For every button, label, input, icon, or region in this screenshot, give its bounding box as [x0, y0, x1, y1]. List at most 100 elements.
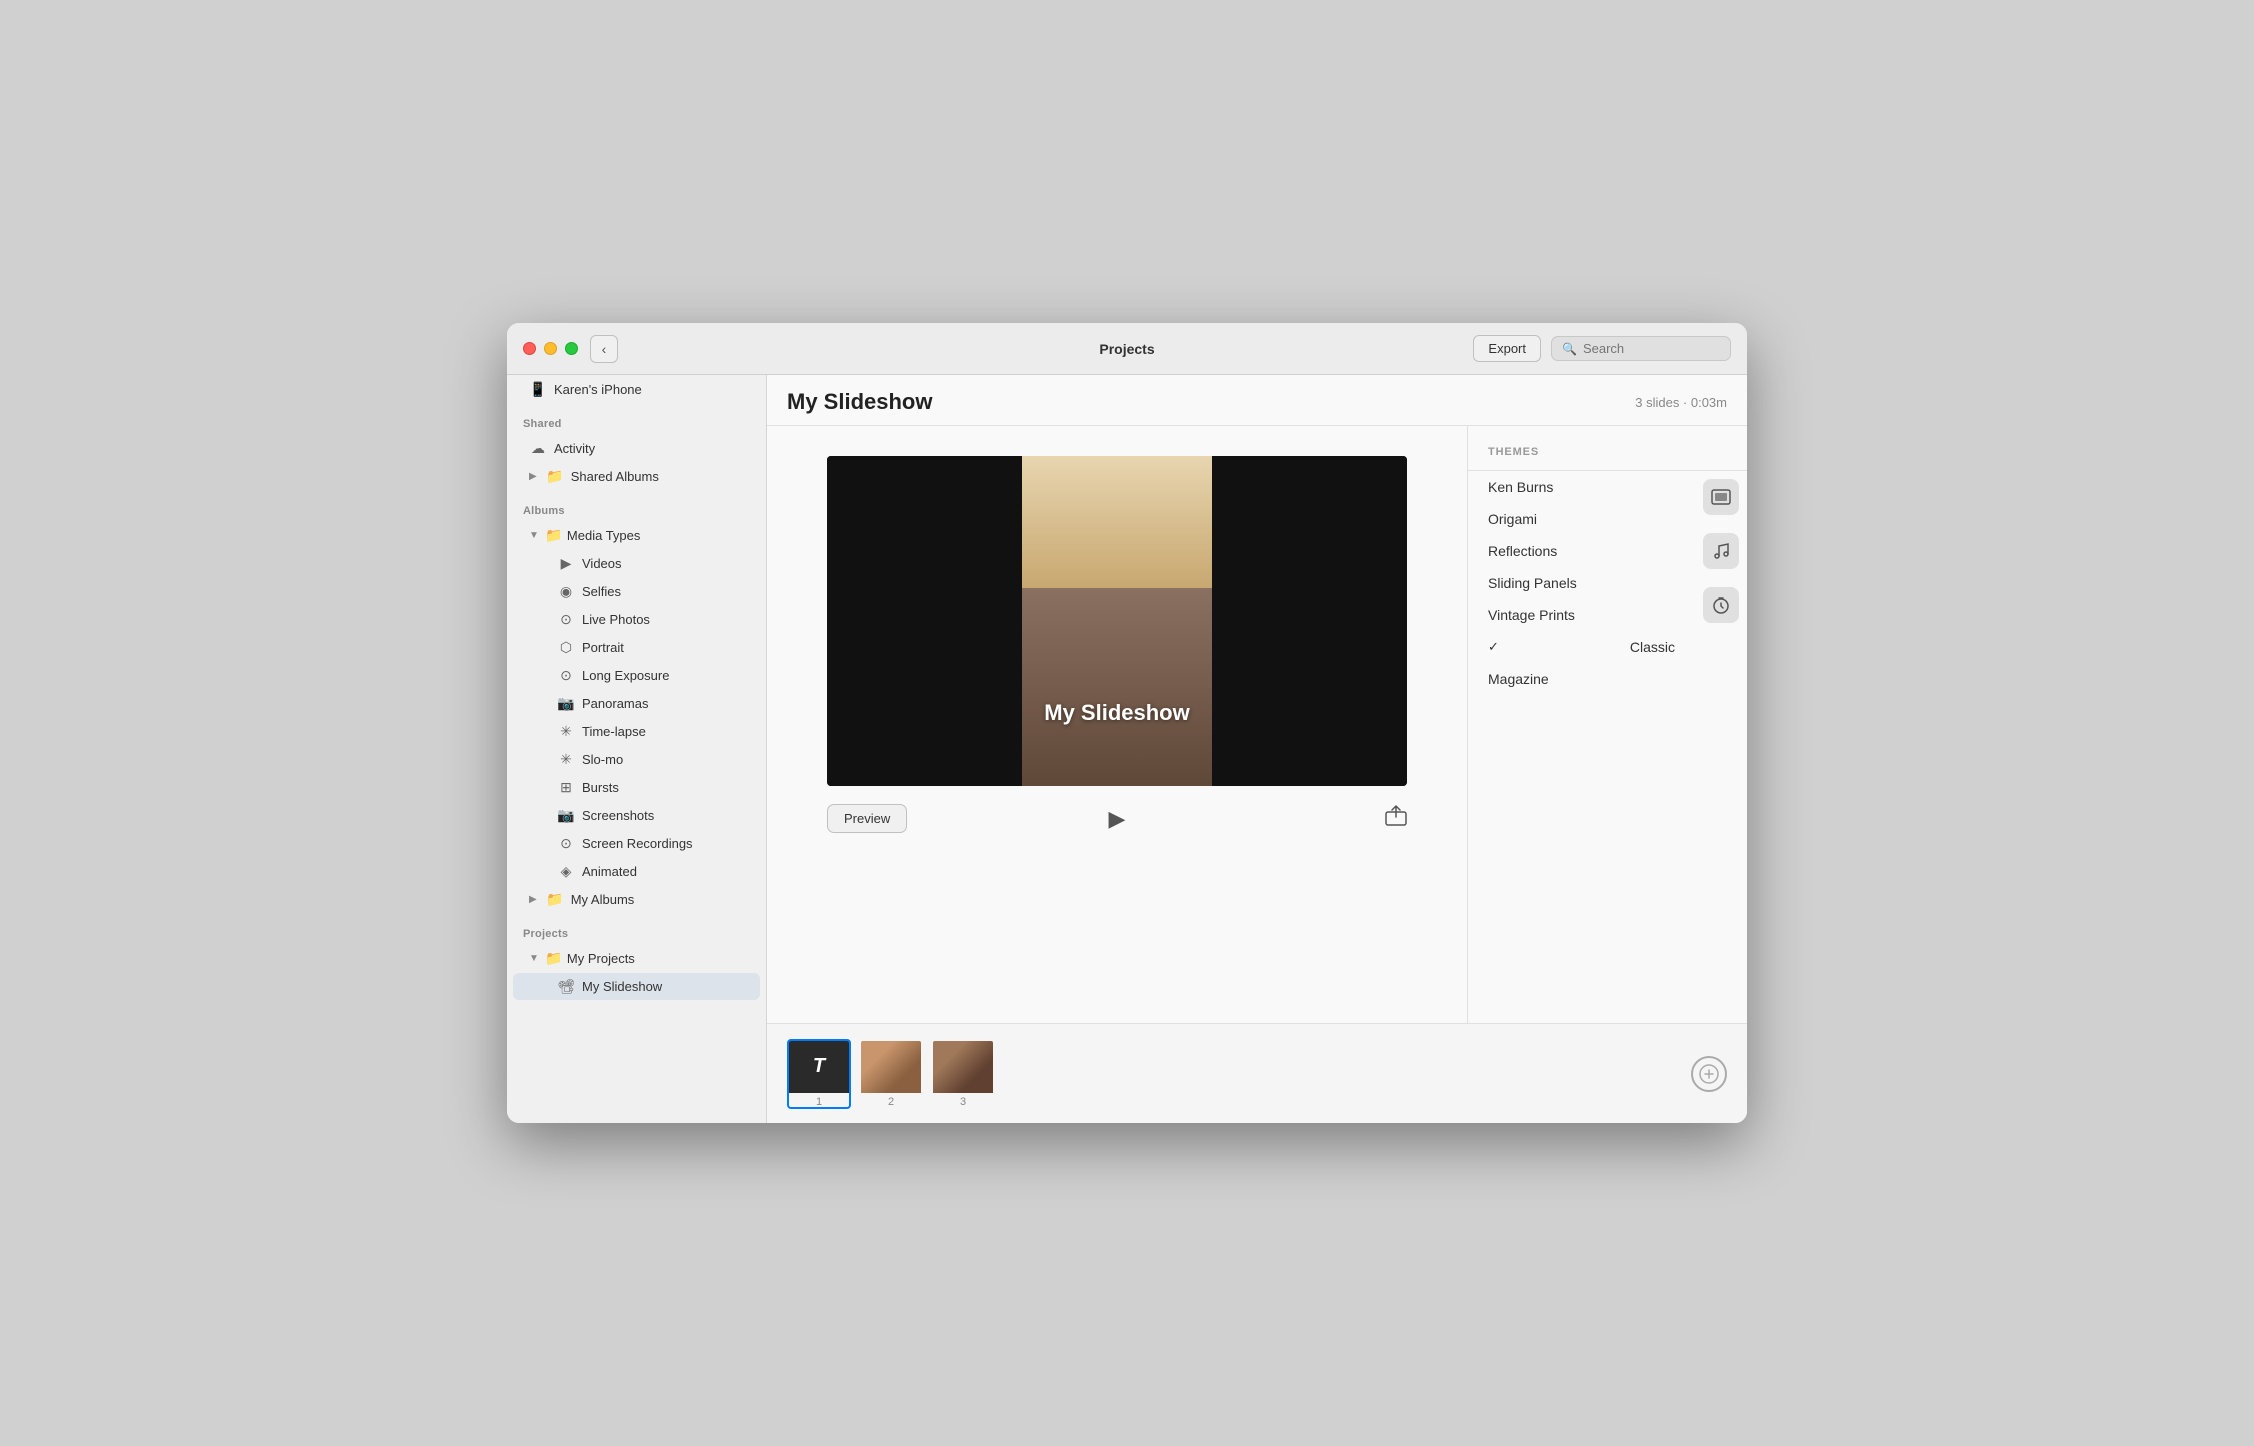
sidebar-item-videos[interactable]: ▶ Videos [513, 550, 760, 577]
sidebar-item-panoramas[interactable]: 📷 Panoramas [513, 690, 760, 717]
title-card-letter: T [813, 1055, 825, 1078]
themes-panel: THEMES Ken Burns Origami Reflections [1467, 426, 1747, 1023]
slideshow-preview: My Slideshow [827, 456, 1407, 786]
export-button[interactable]: Export [1473, 335, 1541, 362]
sidebar-item-portrait[interactable]: ⬡ Portrait [513, 634, 760, 661]
sidebar-item-screen-recordings[interactable]: ⊙ Screen Recordings [513, 830, 760, 857]
theme-label: Magazine [1488, 671, 1549, 687]
sidebar-item-shared-albums[interactable]: ▶ 📁 Shared Albums [513, 463, 760, 490]
content-area: My Slideshow 3 slides · 0:03m My Slidesh… [767, 375, 1747, 1123]
sidebar-item-device[interactable]: 📱 Karen's iPhone [513, 376, 760, 403]
content-title: My Slideshow [787, 389, 932, 415]
live-photos-icon: ⊙ [557, 611, 575, 628]
main-layout: 📱 Karen's iPhone Shared ☁ Activity ▶ 📁 S… [507, 375, 1747, 1123]
chevron-down-icon: ▼ [529, 530, 539, 541]
back-button[interactable]: ‹ [590, 335, 618, 363]
long-exposure-icon: ⊙ [557, 667, 575, 684]
sidebar-item-live-photos[interactable]: ⊙ Live Photos [513, 606, 760, 633]
content-header: My Slideshow 3 slides · 0:03m [767, 375, 1747, 426]
slo-mo-icon: ✳ [557, 751, 575, 768]
slideshow-icon: 📽 [557, 978, 575, 995]
search-box[interactable]: 🔍 [1551, 336, 1731, 361]
sidebar-item-long-exposure[interactable]: ⊙ Long Exposure [513, 662, 760, 689]
slideshow-theme-icon[interactable] [1703, 479, 1739, 515]
animated-icon: ◈ [557, 863, 575, 880]
filmstrip-thumb-2 [861, 1041, 921, 1093]
sidebar-item-label: Slo-mo [582, 752, 623, 767]
sidebar-item-selfies[interactable]: ◉ Selfies [513, 578, 760, 605]
content-body: My Slideshow Preview ▶ [767, 426, 1747, 1023]
sidebar-item-activity[interactable]: ☁ Activity [513, 435, 760, 462]
sidebar-item-screenshots[interactable]: 📷 Screenshots [513, 802, 760, 829]
chevron-down-icon: ▼ [529, 953, 539, 964]
child-photo [1022, 456, 1212, 786]
theme-item-vintage-prints[interactable]: Vintage Prints [1468, 599, 1695, 631]
my-albums-icon: 📁 [546, 891, 564, 908]
sidebar-item-label: Media Types [567, 528, 640, 543]
time-lapse-icon: ✳ [557, 723, 575, 740]
theme-item-reflections[interactable]: Reflections [1468, 535, 1695, 567]
theme-item-ken-burns[interactable]: Ken Burns [1468, 471, 1695, 503]
sidebar: 📱 Karen's iPhone Shared ☁ Activity ▶ 📁 S… [507, 375, 767, 1123]
slideshow-overlay-text: My Slideshow [1022, 700, 1212, 726]
media-types-icon: 📁 [545, 527, 563, 544]
theme-item-origami[interactable]: Origami [1468, 503, 1695, 535]
sidebar-item-label: My Slideshow [582, 979, 662, 994]
sidebar-item-label: Animated [582, 864, 637, 879]
sidebar-item-my-projects[interactable]: ▼ 📁 My Projects [513, 945, 760, 972]
minimize-button[interactable] [544, 342, 557, 355]
share-button[interactable] [1385, 805, 1407, 833]
themes-header: THEMES [1468, 446, 1747, 471]
sidebar-item-my-slideshow[interactable]: 📽 My Slideshow [513, 973, 760, 1000]
theme-item-sliding-panels[interactable]: Sliding Panels [1468, 567, 1695, 599]
theme-item-classic[interactable]: ✓ Classic [1468, 631, 1695, 663]
music-icon[interactable] [1703, 533, 1739, 569]
sidebar-item-animated[interactable]: ◈ Animated [513, 858, 760, 885]
filmstrip-item-3[interactable]: 3 [931, 1039, 995, 1109]
screenshots-icon: 📷 [557, 807, 575, 824]
maximize-button[interactable] [565, 342, 578, 355]
themes-icons [1695, 471, 1747, 695]
portrait-icon: ⬡ [557, 639, 575, 656]
slide-panel-left [827, 456, 1022, 786]
theme-label: Classic [1630, 639, 1675, 655]
sidebar-item-label: Bursts [582, 780, 619, 795]
slide-panel-center: My Slideshow [1022, 456, 1212, 786]
titlebar-actions: Export 🔍 [1473, 335, 1731, 362]
close-button[interactable] [523, 342, 536, 355]
slide-panel-right [1212, 456, 1407, 786]
filmstrip-num-3: 3 [933, 1096, 993, 1108]
bursts-icon: ⊞ [557, 779, 575, 796]
filmstrip-num-1: 1 [789, 1096, 849, 1108]
device-icon: 📱 [529, 381, 547, 398]
filmstrip-item-1[interactable]: T 1 [787, 1039, 851, 1109]
sidebar-item-label: Selfies [582, 584, 621, 599]
play-button[interactable]: ▶ [1109, 806, 1126, 832]
shared-albums-icon: 📁 [546, 468, 564, 485]
preview-button[interactable]: Preview [827, 804, 907, 833]
activity-icon: ☁ [529, 440, 547, 457]
sidebar-item-time-lapse[interactable]: ✳ Time-lapse [513, 718, 760, 745]
sidebar-item-label: Screen Recordings [582, 836, 693, 851]
sidebar-item-label: Videos [582, 556, 622, 571]
search-icon: 🔍 [1562, 342, 1577, 356]
sidebar-section-albums: Albums [507, 491, 766, 521]
theme-item-magazine[interactable]: Magazine [1468, 663, 1695, 695]
sidebar-item-label: Long Exposure [582, 668, 669, 683]
filmstrip-thumb-1: T [789, 1041, 849, 1093]
sidebar-item-label: Panoramas [582, 696, 648, 711]
search-input[interactable] [1583, 341, 1720, 356]
sidebar-item-media-types[interactable]: ▼ 📁 Media Types [513, 522, 760, 549]
app-window: ‹ Projects Export 🔍 📱 Karen's iPhone Sha… [507, 323, 1747, 1123]
content-meta: 3 slides · 0:03m [1635, 395, 1727, 410]
sidebar-item-slo-mo[interactable]: ✳ Slo-mo [513, 746, 760, 773]
filmstrip-item-2[interactable]: 2 [859, 1039, 923, 1109]
theme-label: Reflections [1488, 543, 1557, 559]
sidebar-item-my-albums[interactable]: ▶ 📁 My Albums [513, 886, 760, 913]
add-slide-button[interactable] [1691, 1056, 1727, 1092]
timer-icon[interactable] [1703, 587, 1739, 623]
sidebar-item-label: Live Photos [582, 612, 650, 627]
theme-label: Vintage Prints [1488, 607, 1575, 623]
sidebar-item-bursts[interactable]: ⊞ Bursts [513, 774, 760, 801]
slideshow-controls: Preview ▶ [827, 804, 1407, 833]
